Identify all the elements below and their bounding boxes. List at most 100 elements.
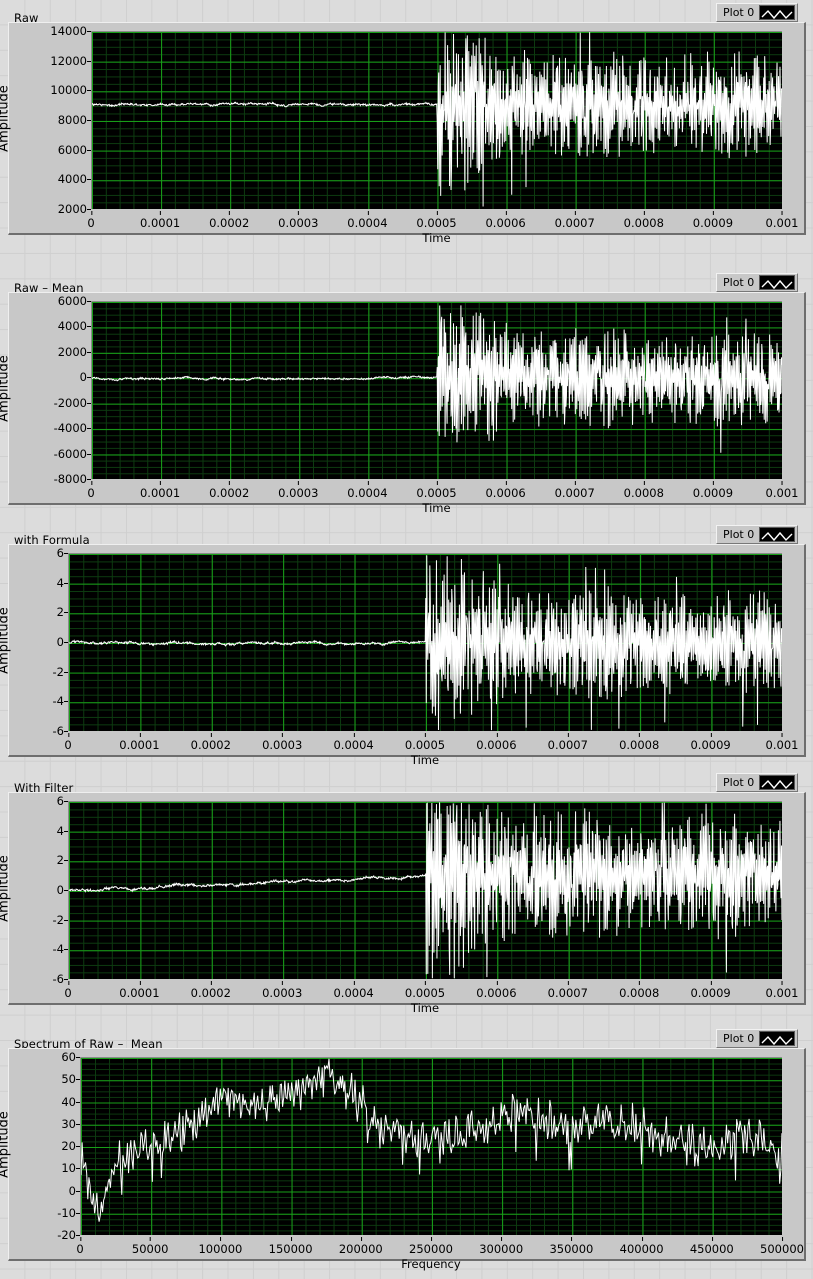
x-axis-tick-label: 0.0002 (190, 981, 231, 1000)
x-axis-tick-label: 50000 (131, 1237, 169, 1256)
x-axis-tick-label: 0.0008 (623, 211, 664, 230)
signal-trace (81, 1058, 782, 1222)
y-axis-tick-label: -4000 (54, 421, 92, 435)
x-axis-tick-label: 0.0008 (623, 481, 664, 500)
waveform-icon[interactable] (759, 775, 796, 790)
x-axis-tick-label: 0.001 (765, 481, 799, 500)
y-axis-tick-label: 6000 (58, 143, 92, 157)
x-axis-tick-label: 350000 (549, 1237, 594, 1256)
y-axis-tick-label: -6 (53, 972, 69, 986)
y-axis-tick-label: 6 (57, 794, 69, 808)
x-axis-tick-label: 0.0007 (547, 981, 588, 1000)
x-axis-tick-label: 0.0006 (485, 481, 526, 500)
y-axis-tick-label: 4 (57, 824, 69, 838)
x-axis[interactable]: 0 0.0001 0.0002 0.0003 0.0004 0.0005 0.0006 0.0… (64, 981, 798, 1000)
x-axis-tick-label: 0.0009 (692, 481, 734, 500)
x-axis-title: Time (422, 231, 451, 245)
y-axis-tick-label: 10000 (50, 83, 91, 97)
signal-trace (69, 802, 782, 979)
y-axis-tick-label: 12000 (50, 54, 91, 68)
x-axis-tick-label: 200000 (338, 1237, 383, 1256)
x-axis-tick-label: 0.0001 (139, 211, 181, 230)
x-axis-tick-label: 500000 (760, 1237, 804, 1256)
x-axis-tick-label: 0.0009 (692, 211, 734, 230)
y-axis-tick-label: 0 (57, 883, 69, 897)
y-axis-tick-label: -4 (53, 942, 69, 956)
x-axis[interactable]: 0 0.0001 0.0002 0.0003 0.0004 0.0005 0.0006 0.0… (87, 481, 798, 500)
y-axis-tick-label: 0 (80, 370, 92, 384)
x-axis-tick-label: 0.0003 (262, 733, 303, 752)
x-axis-tick-label: 0.0007 (554, 211, 595, 230)
y-axis-tick-label: -6000 (54, 447, 92, 461)
y-axis-title: Amplitude (0, 855, 12, 922)
waveform-icon[interactable] (759, 5, 796, 20)
y-axis-tick-label: -2 (53, 913, 69, 927)
x-axis-tick-label: 0 (64, 733, 72, 752)
x-axis-tick-label: 250000 (409, 1237, 453, 1256)
x-axis-tick-label: 0.0004 (333, 981, 374, 1000)
waveform-icon[interactable] (759, 275, 796, 290)
plot-canvas[interactable] (91, 31, 782, 209)
x-axis[interactable]: 0 0.0001 0.0002 0.0003 0.0004 0.0005 0.0006 0.0… (64, 733, 798, 752)
y-axis-tick-label: 4000 (58, 319, 92, 333)
x-axis-tick-label: 0.0004 (333, 733, 374, 752)
y-axis-tick-label: 2000 (58, 202, 92, 216)
x-axis-tick-label: 0.0008 (619, 981, 660, 1000)
plot-legend[interactable]: Plot 0 (716, 3, 799, 22)
plot-canvas[interactable] (68, 553, 782, 731)
y-axis[interactable]: 6 4 2 0 -2 -4 -6 (24, 794, 69, 986)
plot-legend-label: Plot 0 (723, 528, 755, 541)
x-axis-tick-label: 0.0005 (404, 733, 446, 752)
waveform-icon[interactable] (759, 1031, 796, 1046)
y-axis-tick-label: 60 (61, 1050, 80, 1064)
y-axis-tick-label: 2 (57, 605, 69, 619)
y-axis-tick-label: -8000 (54, 472, 92, 486)
plot-legend[interactable]: Plot 0 (716, 773, 799, 792)
x-axis-tick-label: 0 (87, 211, 95, 230)
plot-legend-label: Plot 0 (723, 6, 755, 19)
y-axis-tick-label: 8000 (58, 113, 92, 127)
x-axis[interactable]: 0 50000 100000 150000 200000 250000 300000 3500… (76, 1237, 804, 1256)
y-axis-title: Amplitude (0, 607, 12, 674)
x-axis-tick-label: 0.001 (765, 981, 799, 1000)
plot-canvas[interactable] (80, 1057, 782, 1235)
y-axis-tick-label: 6 (57, 546, 69, 560)
x-axis-tick-label: 0.0005 (404, 981, 446, 1000)
x-axis-tick-label: 0.0009 (690, 981, 731, 1000)
x-axis-tick-label: 0.0006 (476, 733, 517, 752)
y-axis-tick-label: 14000 (50, 24, 91, 38)
x-axis-tick-label: 0 (64, 981, 72, 1000)
plot-canvas[interactable] (68, 801, 782, 979)
plot-legend[interactable]: Plot 0 (716, 1029, 799, 1048)
y-axis-tick-label: 6000 (58, 294, 92, 308)
y-axis[interactable]: 6000 4000 2000 0 -2000 -4000 -6000 -8000 (24, 294, 92, 486)
y-axis-tick-label: -20 (57, 1228, 80, 1242)
x-axis-tick-label: 0.0008 (619, 733, 660, 752)
x-axis-tick-label: 0.0005 (416, 481, 457, 500)
y-axis-tick-label: 0 (69, 1184, 81, 1198)
signal-trace (92, 32, 782, 207)
y-axis[interactable]: 60 50 40 30 20 10 0 -10 -20 (24, 1050, 81, 1242)
x-axis-tick-label: 0.0009 (690, 733, 731, 752)
y-axis-tick-label: 20 (61, 1139, 80, 1153)
x-axis-tick-label: 400000 (619, 1237, 664, 1256)
x-axis-tick-label: 0.0004 (347, 211, 388, 230)
x-axis-tick-label: 100000 (198, 1237, 243, 1256)
y-axis-title: Amplitude (0, 1111, 12, 1178)
y-axis-tick-label: -4 (53, 694, 69, 708)
y-axis[interactable]: 14000 12000 10000 8000 6000 4000 2000 (24, 24, 92, 216)
y-axis[interactable]: 6 4 2 0 -2 -4 -6 (24, 546, 69, 738)
plot-legend-label: Plot 0 (723, 276, 755, 289)
x-axis-tick-label: 450000 (689, 1237, 734, 1256)
x-axis-tick-label: 0.0003 (262, 981, 303, 1000)
plot-legend[interactable]: Plot 0 (716, 273, 799, 292)
waveform-icon[interactable] (759, 527, 796, 542)
plot-legend[interactable]: Plot 0 (716, 525, 799, 544)
x-axis-tick-label: 0.0001 (119, 733, 160, 752)
x-axis[interactable]: 0 0.0001 0.0002 0.0003 0.0004 0.0005 0.0006 0.0… (87, 211, 798, 230)
y-axis-tick-label: -6 (53, 724, 69, 738)
plot-canvas[interactable] (91, 301, 782, 479)
x-axis-tick-label: 0.0002 (190, 733, 231, 752)
x-axis-tick-label: 300000 (479, 1237, 524, 1256)
x-axis-title: Time (410, 753, 440, 767)
